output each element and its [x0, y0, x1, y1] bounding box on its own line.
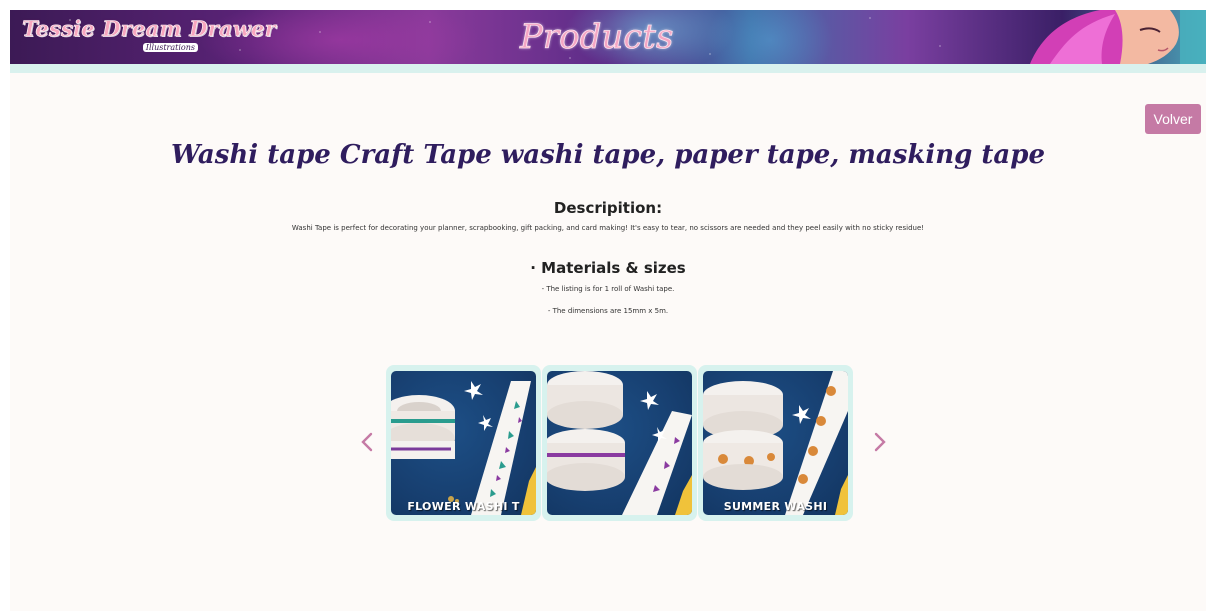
logo-text: Tessie Dream Drawer [22, 16, 276, 42]
washi-tape-illustration [703, 371, 848, 515]
carousel-prev-button[interactable] [355, 427, 379, 457]
header-banner: Tessie Dream Drawer Illustrations Produc… [10, 10, 1206, 64]
product-title: Washi tape Craft Tape washi tape, paper … [170, 140, 1045, 170]
carousel-slide[interactable]: FLOWER WASHI T [386, 365, 541, 521]
product-photo [547, 371, 692, 515]
carousel-slide[interactable] [542, 365, 697, 521]
chevron-right-icon [874, 432, 886, 452]
description-heading: Descripition: [553, 199, 663, 217]
character-illustration [1030, 10, 1206, 64]
product-photo: SUMMER WASHI [703, 371, 848, 515]
slide-caption: SUMMER WASHI [723, 500, 828, 513]
banner-strip [10, 64, 1206, 73]
carousel-next-button[interactable] [868, 427, 892, 457]
materials-item: - The dimensions are 15mm x 5m. [547, 307, 669, 315]
chevron-left-icon [361, 432, 373, 452]
page: Tessie Dream Drawer Illustrations Produc… [10, 10, 1206, 611]
back-button[interactable]: Volver [1145, 104, 1201, 134]
description-text: Washi Tape is perfect for decorating you… [291, 224, 925, 232]
washi-tape-illustration [391, 381, 536, 515]
materials-item: - The listing is for 1 roll of Washi tap… [541, 285, 675, 293]
materials-heading: · Materials & sizes [530, 259, 686, 277]
product-photo: FLOWER WASHI T [391, 371, 536, 515]
logo-subtext: Illustrations [142, 43, 198, 52]
slide-caption: FLOWER WASHI T [407, 500, 520, 513]
carousel-slide[interactable]: SUMMER WASHI [698, 365, 853, 521]
product-image-carousel: FLOWER WASHI T SUMMER WASHI [353, 365, 893, 525]
washi-tape-illustration [547, 371, 692, 515]
site-logo[interactable]: Tessie Dream Drawer Illustrations [22, 16, 276, 56]
banner-title: Products [520, 17, 674, 58]
